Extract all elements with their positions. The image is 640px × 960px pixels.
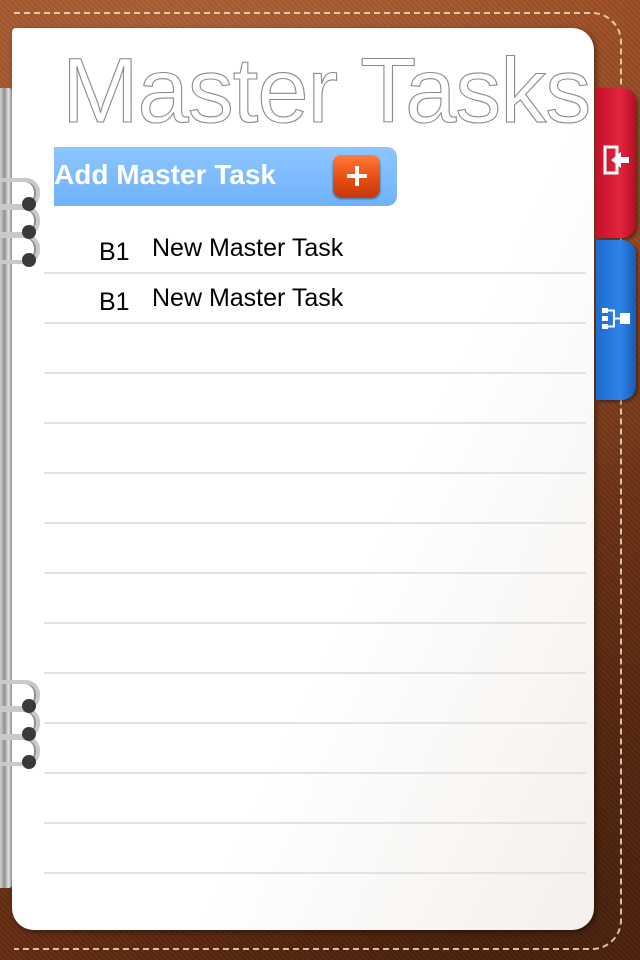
hierarchy-icon xyxy=(600,304,632,344)
ruled-line xyxy=(44,672,586,674)
exit-icon xyxy=(600,143,632,183)
plus-icon-stroke xyxy=(355,166,359,186)
add-master-task-button[interactable]: Add Master Task xyxy=(54,147,397,206)
ring-hole xyxy=(22,727,36,741)
exit-tab[interactable] xyxy=(596,88,636,238)
ruled-line xyxy=(44,722,586,724)
ring-hole xyxy=(22,253,36,267)
ruled-line xyxy=(44,772,586,774)
ruled-line xyxy=(44,422,586,424)
ruled-line xyxy=(44,472,586,474)
task-name: New Master Task xyxy=(152,284,344,312)
ruled-line xyxy=(44,822,586,824)
ring-hole xyxy=(22,197,36,211)
task-code: B1 xyxy=(99,238,130,266)
add-master-task-label: Add Master Task xyxy=(54,159,276,190)
ring-hole xyxy=(22,225,36,239)
ring-hole xyxy=(22,755,36,769)
task-row[interactable]: B1 New Master Task xyxy=(44,276,586,324)
task-code: B1 xyxy=(99,288,130,316)
ruled-line xyxy=(44,522,586,524)
page-title: Master Tasks xyxy=(61,39,591,142)
ruled-line xyxy=(44,572,586,574)
ruled-line xyxy=(44,872,586,874)
hierarchy-tab[interactable] xyxy=(596,240,636,400)
ruled-line xyxy=(44,622,586,624)
add-plus-button[interactable] xyxy=(333,155,380,197)
ruled-line xyxy=(44,372,586,374)
ring-hole xyxy=(22,699,36,713)
task-row[interactable]: B1 New Master Task xyxy=(44,226,586,274)
task-name: New Master Task xyxy=(152,234,344,262)
